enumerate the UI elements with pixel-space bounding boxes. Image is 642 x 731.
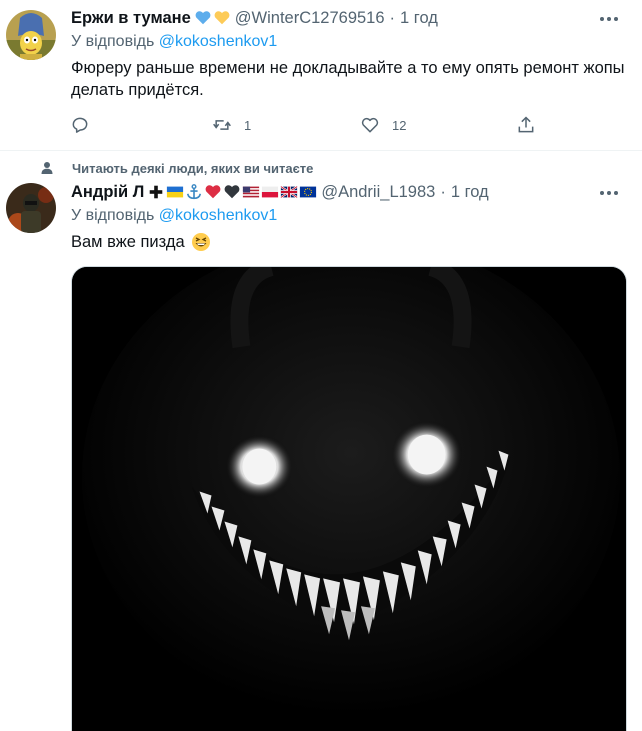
tweet[interactable]: Читають деякі люди, яких ви читаєте Андр… [0,150,642,731]
usa-flag-icon [243,186,260,198]
share-icon [518,116,534,133]
tweet[interactable]: Ержи в тумане @WinterC12769516 · 1 год У… [0,0,642,150]
reply-prefix: У відповідь [71,207,155,224]
timestamp[interactable]: 1 год [451,183,489,202]
eu-flag-icon [300,186,317,198]
action-bar: 1 12 [70,112,550,138]
social-context: Читають деякі люди, яких ви читаєте [40,159,313,177]
reply-icon [72,117,88,133]
like-button[interactable]: 12 [360,112,406,138]
reply-context: У відповідь @kokoshenkov1 [71,207,277,225]
ukraine-flag-icon [167,186,184,198]
social-context-text: Читають деякі люди, яких ви читаєте [72,160,314,176]
blue-heart-icon [195,11,211,25]
more-dot-icon [614,191,618,195]
reply-button[interactable] [70,112,102,138]
user-handle[interactable]: @Andrii_L1983 [321,183,435,202]
avatar[interactable] [6,10,56,60]
anchor-icon [187,184,202,200]
tweet-media-image[interactable] [71,266,627,731]
share-button[interactable] [516,112,536,138]
like-count: 12 [392,117,407,133]
display-name[interactable]: Ержи в тумане [71,9,191,28]
red-heart-icon [205,185,221,199]
retweet-count: 1 [244,117,252,133]
tweet-text: Вам вже пизда [71,233,185,251]
more-options-button[interactable] [596,180,622,206]
dark-smiling-creature-image [72,267,626,731]
retweet-icon [213,120,231,130]
more-options-button[interactable] [596,6,622,32]
retweet-button[interactable]: 1 [212,112,251,138]
more-dot-icon [614,17,618,21]
user-handle[interactable]: @WinterC12769516 [235,9,385,28]
reply-context: У відповідь @kokoshenkov1 [71,33,277,51]
avatar-image-icon [6,183,56,233]
display-name[interactable]: Андрій Л [71,183,144,202]
avatar[interactable] [6,183,56,233]
heart-icon [361,117,379,133]
cross-icon [150,185,163,199]
more-dot-icon [600,17,604,21]
timestamp[interactable]: 1 год [400,9,438,28]
tweet-text-container: Вам вже пизда [71,231,631,253]
separator-dot: · [389,8,396,27]
reply-to-link[interactable]: @kokoshenkov1 [159,33,278,50]
more-dot-icon [607,191,611,195]
more-dot-icon [607,17,611,21]
poland-flag-icon [262,186,279,198]
separator-dot: · [440,182,446,201]
avatar-image-icon [6,10,56,60]
uk-flag-icon [280,185,299,199]
more-dot-icon [600,191,604,195]
yellow-heart-icon [214,11,230,25]
black-heart-icon [224,185,240,199]
person-icon [41,162,53,174]
reply-to-link[interactable]: @kokoshenkov1 [159,207,278,224]
reply-prefix: У відповідь [71,33,155,50]
tweet-text: Фюреру раньше времени не докладывайте а … [71,59,625,99]
grinning-squinting-face-icon [191,233,210,251]
